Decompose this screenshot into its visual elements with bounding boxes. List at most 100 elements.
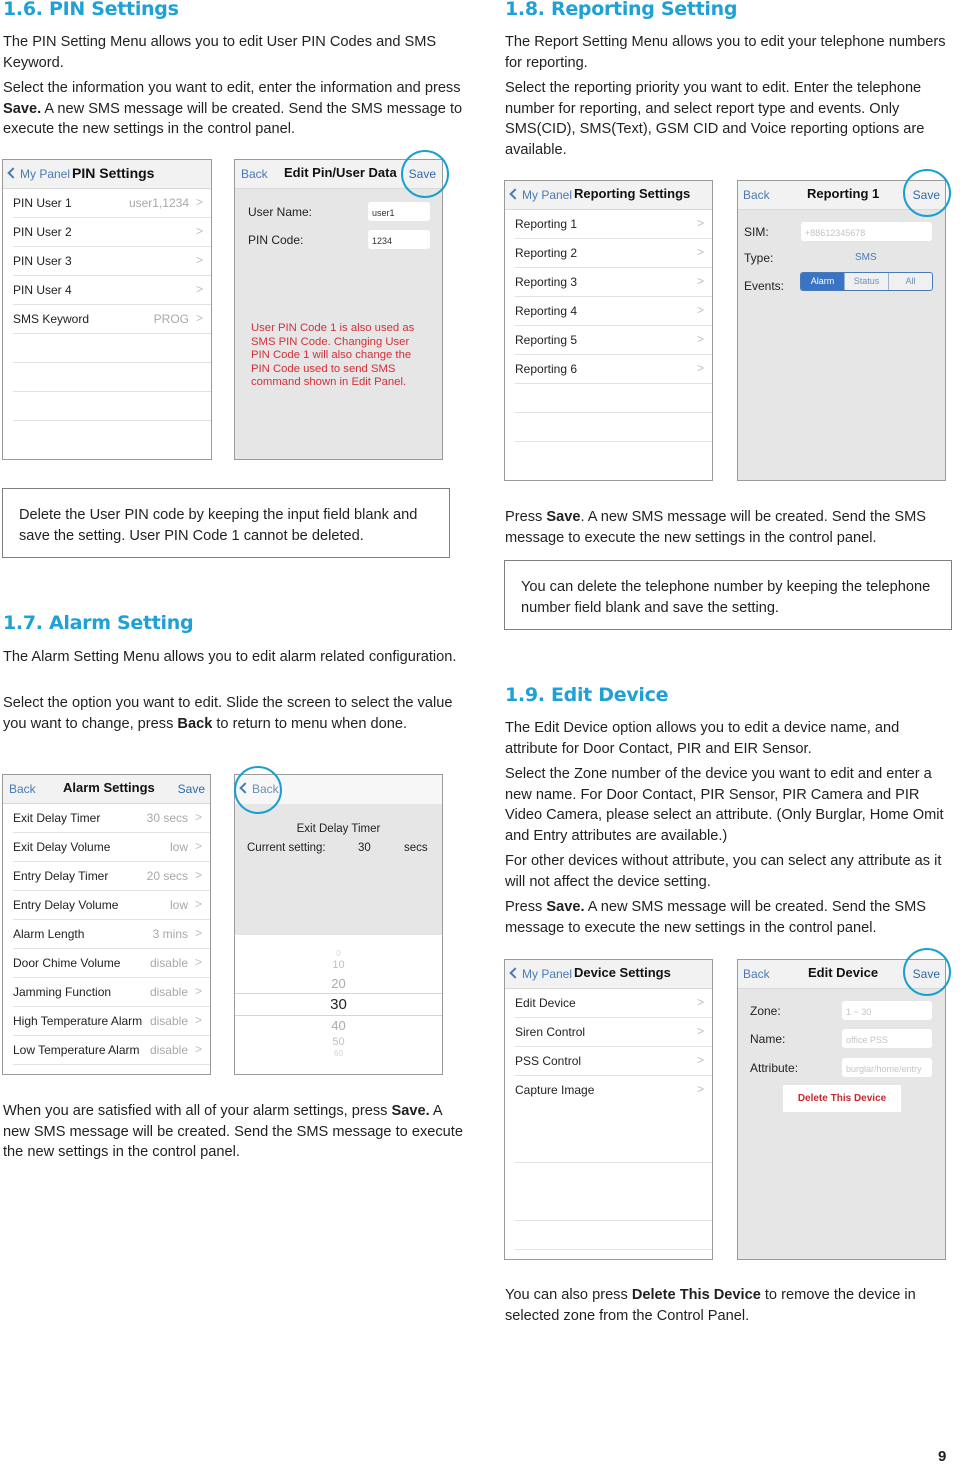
list-item-pin-user-2[interactable]: PIN User 2 >: [13, 218, 211, 247]
reporting-instruction-text: Select the reporting priority you want t…: [505, 80, 925, 158]
picker-option[interactable]: 10: [235, 959, 442, 971]
event-option-all[interactable]: All: [888, 273, 932, 290]
value-picker-wheel[interactable]: 0 10 20 30 40 50 60: [235, 938, 442, 1068]
item-label: Reporting 6: [515, 362, 578, 376]
item-value: disable: [149, 956, 188, 970]
list-item-low-temperature-alarm[interactable]: Low Temperature Alarm disable >: [13, 1036, 210, 1065]
list-item-pin-user-1[interactable]: PIN User 1 user1,1234 >: [13, 189, 211, 218]
attribute-input[interactable]: burglar/home/entry: [842, 1058, 932, 1077]
my-panel-back-button[interactable]: My Panel: [509, 188, 572, 202]
event-option-status[interactable]: Status: [844, 273, 888, 290]
back-button[interactable]: Back: [241, 167, 268, 181]
note-text: You can delete the telephone number by k…: [521, 579, 931, 616]
item-label: Siren Control: [515, 1025, 586, 1039]
chevron-right-icon: >: [696, 1082, 704, 1096]
list-item-alarm-length[interactable]: Alarm Length 3 mins >: [13, 920, 210, 949]
empty-row: [13, 392, 211, 421]
chevron-right-icon: >: [194, 926, 202, 940]
page-number: 9: [938, 1448, 947, 1465]
chevron-right-icon: >: [195, 282, 203, 296]
my-panel-back-button[interactable]: My Panel: [509, 967, 572, 981]
back-button[interactable]: Back: [9, 782, 36, 796]
back-button[interactable]: Back: [743, 967, 770, 981]
setting-title: Exit Delay Timer: [296, 823, 381, 835]
list-item-entry-delay-timer[interactable]: Entry Delay Timer 20 secs >: [13, 862, 210, 891]
list-item-door-chime-volume[interactable]: Door Chime Volume disable >: [13, 949, 210, 978]
list-item-high-temperature-alarm[interactable]: High Temperature Alarm disable >: [13, 1007, 210, 1036]
device-name-input[interactable]: office PSS: [842, 1029, 932, 1048]
list-item-pss-control[interactable]: PSS Control >: [515, 1047, 712, 1076]
chevron-right-icon: >: [696, 216, 704, 230]
empty-row: [515, 1134, 712, 1163]
list-item-reporting-1[interactable]: Reporting 1 >: [515, 210, 712, 239]
picker-option-selected[interactable]: 30: [235, 996, 442, 1013]
picker-option[interactable]: 0: [235, 949, 442, 958]
item-label: Edit Device: [515, 996, 576, 1010]
list-item-exit-delay-timer[interactable]: Exit Delay Timer 30 secs >: [13, 804, 210, 833]
list-item-entry-delay-volume[interactable]: Entry Delay Volume low >: [13, 891, 210, 920]
nav-bar: My Panel Device Settings: [505, 960, 712, 989]
reporting-save-text: Press Save. A new SMS message will be cr…: [505, 509, 927, 546]
list-item-pin-user-3[interactable]: PIN User 3 >: [13, 247, 211, 276]
alarm-settings-screen: Back Alarm Settings Save Exit Delay Time…: [2, 774, 211, 1075]
item-value: disable: [149, 985, 188, 999]
chevron-right-icon: >: [194, 839, 202, 853]
delete-this-device-button[interactable]: Delete This Device: [783, 1085, 901, 1112]
events-segmented-control: Alarm Status All: [800, 272, 933, 291]
device-settings-screen: My Panel Device Settings Edit Device > Si…: [504, 959, 713, 1260]
item-label: High Temperature Alarm: [13, 1014, 143, 1028]
list-item-siren-control[interactable]: Siren Control >: [515, 1018, 712, 1047]
reporting-settings-screen: My Panel Reporting Settings Reporting 1 >…: [504, 180, 713, 481]
list-item-jamming-function[interactable]: Jamming Function disable >: [13, 978, 210, 1007]
sim-phone-input[interactable]: +88612345678: [801, 222, 932, 241]
screen-title: Edit Device: [808, 965, 879, 980]
list-item-sms-keyword[interactable]: SMS Keyword PROG >: [13, 305, 211, 334]
highlight-ring: [234, 766, 282, 814]
list-item-capture-image[interactable]: Capture Image >: [515, 1076, 712, 1105]
item-label: PIN User 2: [13, 225, 72, 239]
item-label: Entry Delay Timer: [13, 869, 109, 883]
picker-option[interactable]: 50: [235, 1036, 442, 1048]
nav-bar: My Panel PIN Settings: [3, 160, 211, 189]
chevron-right-icon: >: [696, 1024, 704, 1038]
setting-info-area: Exit Delay Timer Current setting: 30 sec…: [235, 804, 442, 935]
nav-bar: Back Alarm Settings Save: [3, 775, 210, 804]
picker-option[interactable]: 40: [235, 1018, 442, 1033]
section-heading-edit-device: 1.9. Edit Device: [505, 684, 669, 706]
list-item-reporting-5[interactable]: Reporting 5 >: [515, 326, 712, 355]
sms-pin-warning: User PIN Code 1 is also used as SMS PIN …: [251, 322, 415, 388]
item-label: PIN User 4: [13, 283, 72, 297]
my-panel-back-button[interactable]: My Panel: [7, 167, 70, 181]
list-item-reporting-3[interactable]: Reporting 3 >: [515, 268, 712, 297]
current-setting-unit: secs: [404, 842, 428, 854]
event-option-alarm[interactable]: Alarm: [801, 273, 844, 290]
list-item-reporting-4[interactable]: Reporting 4 >: [515, 297, 712, 326]
section-heading-reporting-setting: 1.8. Reporting Setting: [505, 0, 738, 20]
edit-device-intro-text: The Edit Device option allows you to edi…: [505, 720, 900, 757]
user-name-input[interactable]: user1: [368, 202, 430, 221]
chevron-right-icon: >: [194, 984, 202, 998]
back-button[interactable]: Back: [743, 188, 770, 202]
zone-input[interactable]: 1 ~ 30: [842, 1001, 932, 1020]
pin-intro-text: The PIN Setting Menu allows you to edit …: [3, 34, 437, 71]
chevron-right-icon: >: [195, 195, 203, 209]
type-label: Type:: [744, 251, 774, 265]
save-button[interactable]: Save: [178, 782, 205, 796]
list-item-exit-delay-volume[interactable]: Exit Delay Volume low >: [13, 833, 210, 862]
picker-option[interactable]: 20: [235, 976, 442, 991]
type-selector[interactable]: SMS: [855, 252, 877, 263]
chevron-right-icon: >: [195, 311, 203, 325]
pin-code-input[interactable]: 1234: [368, 230, 430, 249]
chevron-right-icon: >: [194, 868, 202, 882]
chevron-right-icon: >: [696, 361, 704, 375]
list-item-pin-user-4[interactable]: PIN User 4 >: [13, 276, 211, 305]
item-label: Reporting 4: [515, 304, 578, 318]
list-item-reporting-2[interactable]: Reporting 2 >: [515, 239, 712, 268]
chevron-right-icon: >: [696, 245, 704, 259]
pin-instruction-text: Select the information you want to edit,…: [3, 80, 463, 137]
list-item-reporting-6[interactable]: Reporting 6 >: [515, 355, 712, 384]
list-item-edit-device[interactable]: Edit Device >: [515, 989, 712, 1018]
picker-option[interactable]: 60: [235, 1049, 442, 1057]
item-value: 30 secs: [146, 811, 188, 825]
edit-device-instruction-text: Select the Zone number of the device you…: [505, 766, 944, 844]
